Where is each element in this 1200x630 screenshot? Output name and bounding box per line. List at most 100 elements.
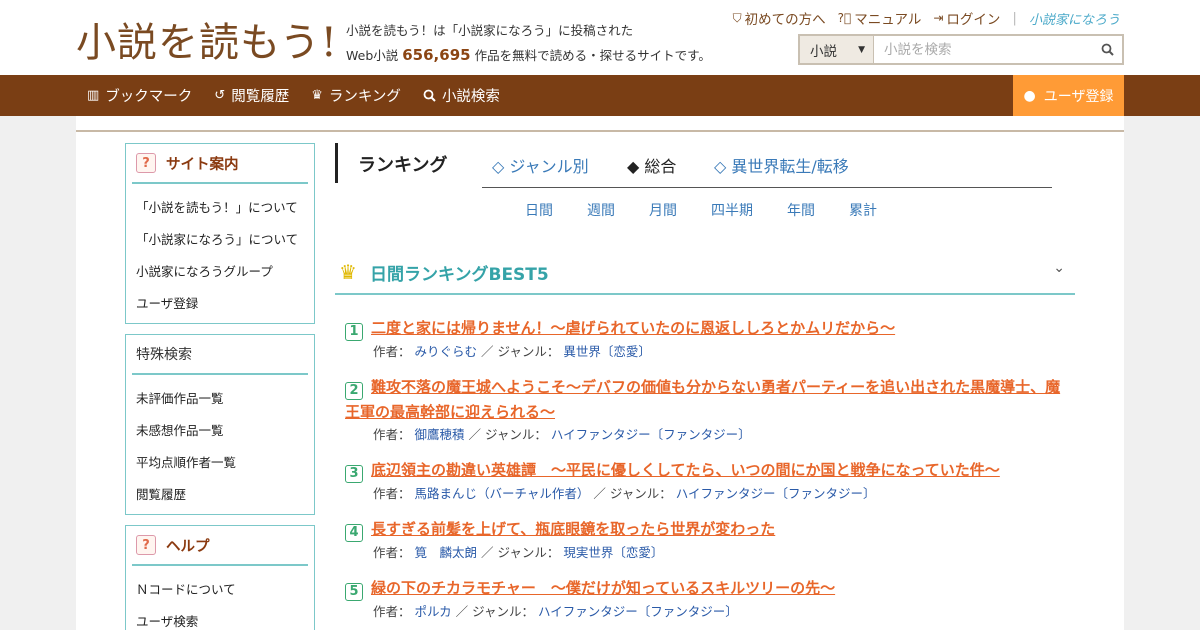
nav-ranking[interactable]: ♛ ランキング bbox=[311, 85, 401, 106]
title-bar bbox=[335, 143, 338, 183]
sidebar-item-user-search[interactable]: ユーザ検索 bbox=[136, 604, 314, 630]
list-item: 3 底辺領主の勘違い英雄譚 ～平民に優しくしてたら、いつの間にか国と戦争になってい… bbox=[345, 458, 1070, 505]
ranking-tabs: ランキング ◇ ジャンル別 ◆ 総合 ◇ 異世界転生/転移 bbox=[335, 143, 1075, 183]
top-links: ⛉ 初めての方へ ?⃝ マニュアル ⇥ ログイン | 小説家になろう bbox=[733, 8, 1120, 28]
list-item: 1 二度と家には帰りません！～虐げられていたのに恩返ししろとかムリだから～ 作者：… bbox=[345, 316, 1070, 363]
list-item: 5 緑の下のチカラモチャー ～僕だけが知っているスキルツリーの先～ 作者： ポルカ… bbox=[345, 576, 1070, 623]
period-quarterly[interactable]: 四半期 bbox=[711, 200, 787, 220]
period-monthly[interactable]: 月間 bbox=[649, 200, 711, 220]
tagline-line2: Web小説 656,695 作品を無料で読める・探せるサイトです。 bbox=[346, 43, 711, 68]
list-item: 4 長すぎる前髪を上げて、瓶底眼鏡を取ったら世界が変わった 作者： 筧 麟太朗 ／… bbox=[345, 517, 1070, 564]
author-link[interactable]: 筧 麟太朗 bbox=[415, 545, 478, 560]
shield-icon: ⛉ bbox=[732, 10, 742, 25]
help-header: ? ヘルプ bbox=[132, 526, 308, 566]
novel-title-link[interactable]: 4 長すぎる前髪を上げて、瓶底眼鏡を取ったら世界が変わった bbox=[345, 517, 1070, 542]
genre-link[interactable]: ハイファンタジー〔ファンタジー〕 bbox=[551, 427, 751, 442]
genre-label: ／ ジャンル： bbox=[481, 545, 560, 560]
novel-title-link[interactable]: 5 緑の下のチカラモチャー ～僕だけが知っているスキルツリーの先～ bbox=[345, 576, 1070, 601]
novel-meta: 作者： ポルカ ／ ジャンル： ハイファンタジー〔ファンタジー〕 bbox=[345, 601, 1070, 623]
author-link[interactable]: みりぐらむ bbox=[415, 344, 478, 359]
special-search-title: 特殊検索 bbox=[136, 347, 192, 363]
main-nav: ▥ ブックマーク ↺ 閲覧履歴 ♛ ランキング 小説検索 ● ユーザ登録 bbox=[0, 75, 1200, 116]
genre-label: ／ ジャンル： bbox=[455, 604, 534, 619]
nav-search[interactable]: 小説検索 bbox=[423, 85, 500, 106]
chevron-down-icon: ▼ bbox=[858, 44, 865, 55]
author-link[interactable]: 御鷹穂積 bbox=[415, 427, 465, 442]
link-manual-label: マニュアル bbox=[854, 12, 922, 28]
register-button[interactable]: ● ユーザ登録 bbox=[1013, 75, 1124, 116]
novel-title: 難攻不落の魔王城へようこそ～デバフの価値も分からない勇者パーティーを追い出された… bbox=[345, 378, 1061, 421]
link-beginners[interactable]: ⛉ 初めての方へ bbox=[732, 8, 826, 29]
author-label: 作者： bbox=[373, 427, 411, 442]
tab-genre[interactable]: ◇ ジャンル別 bbox=[492, 153, 589, 177]
period-total[interactable]: 累計 bbox=[849, 200, 877, 220]
author-label: 作者： bbox=[373, 344, 411, 359]
search-icon bbox=[1101, 43, 1114, 56]
narou-logo[interactable]: 小説家になろう bbox=[1029, 9, 1120, 28]
search-button[interactable] bbox=[1092, 36, 1122, 63]
period-daily[interactable]: 日間 bbox=[525, 200, 587, 220]
author-link[interactable]: ポルカ bbox=[415, 604, 452, 619]
site-logo[interactable]: 小説を読もう! bbox=[76, 10, 338, 68]
novel-title: 二度と家には帰りません！～虐げられていたのに恩返ししろとかムリだから～ bbox=[371, 319, 896, 337]
novel-title-link[interactable]: 3 底辺領主の勘違い英雄譚 ～平民に優しくしてたら、いつの間にか国と戦争になってい… bbox=[345, 458, 1070, 483]
question-icon: ? bbox=[136, 535, 156, 555]
login-icon: ⇥ bbox=[933, 11, 944, 25]
nav-bookmark[interactable]: ▥ ブックマーク bbox=[87, 85, 192, 106]
genre-link[interactable]: 現実世界〔恋愛〕 bbox=[563, 545, 663, 560]
question-icon: ? bbox=[136, 153, 156, 173]
sidebar-item-about-narou[interactable]: 「小説家になろう」について bbox=[136, 222, 314, 254]
period-weekly[interactable]: 週間 bbox=[587, 200, 649, 220]
question-circle-icon: ?⃝ bbox=[837, 11, 852, 25]
tab-isekai[interactable]: ◇ 異世界転生/転移 bbox=[714, 153, 849, 177]
novel-title-link[interactable]: 1 二度と家には帰りません！～虐げられていたのに恩返ししろとかムリだから～ bbox=[345, 316, 1070, 341]
genre-link[interactable]: ハイファンタジー〔ファンタジー〕 bbox=[538, 604, 738, 619]
history-icon: ↺ bbox=[214, 88, 226, 103]
sidebar-item-about-yomou[interactable]: 「小説を読もう！」について bbox=[136, 190, 314, 222]
link-login[interactable]: ⇥ ログイン bbox=[933, 8, 1000, 28]
sidebar-item-ncode[interactable]: Ｎコードについて bbox=[136, 572, 314, 604]
rank-badge: 3 bbox=[345, 465, 363, 483]
search-icon bbox=[423, 89, 436, 102]
genre-link[interactable]: 異世界〔恋愛〕 bbox=[563, 344, 651, 359]
sidebar-site-guide: ? サイト案内 「小説を読もう！」について 「小説家になろう」について 小説家に… bbox=[125, 143, 315, 324]
link-manual[interactable]: ?⃝ マニュアル bbox=[838, 8, 922, 28]
site-guide-header: ? サイト案内 bbox=[132, 144, 308, 184]
search-input[interactable] bbox=[874, 36, 1092, 63]
novel-meta: 作者： 馬路まんじ（バーチャル作者） ／ ジャンル： ハイファンタジー〔ファンタ… bbox=[345, 483, 1070, 505]
site-header: 小説を読もう! 小説を読もう！は「小説家になろう」に投稿された Web小説 65… bbox=[0, 0, 1200, 75]
user-icon: ● bbox=[1023, 87, 1036, 104]
nav-search-label: 小説検索 bbox=[441, 89, 500, 105]
sidebar-item-narou-group[interactable]: 小説家になろうグループ bbox=[136, 254, 314, 286]
register-label: ユーザ登録 bbox=[1043, 88, 1114, 105]
bookmark-icon: ▥ bbox=[87, 88, 100, 103]
novel-meta: 作者： 筧 麟太朗 ／ ジャンル： 現実世界〔恋愛〕 bbox=[345, 542, 1070, 564]
sidebar-item-avg-score-authors[interactable]: 平均点順作者一覧 bbox=[136, 445, 314, 477]
nav-history-label: 閲覧履歴 bbox=[231, 89, 290, 105]
search-type-value: 小説 bbox=[810, 43, 837, 60]
ranking-list: 1 二度と家には帰りません！～虐げられていたのに恩返ししろとかムリだから～ 作者：… bbox=[345, 316, 1070, 630]
tagline-line1: 小説を読もう！は「小説家になろう」に投稿された bbox=[346, 23, 634, 38]
period-yearly[interactable]: 年間 bbox=[787, 200, 849, 220]
genre-link[interactable]: ハイファンタジー〔ファンタジー〕 bbox=[676, 486, 876, 501]
sidebar-item-history[interactable]: 閲覧履歴 bbox=[136, 477, 314, 509]
daily-ranking-header[interactable]: ♛ 日間ランキングBEST5 ⌄ bbox=[335, 252, 1075, 295]
genre-label: ／ ジャンル： bbox=[468, 427, 547, 442]
page-gutter-right bbox=[1124, 116, 1200, 630]
tab-total[interactable]: ◆ 総合 bbox=[627, 153, 676, 177]
author-label: 作者： bbox=[373, 545, 411, 560]
author-link[interactable]: 馬路まんじ（バーチャル作者） bbox=[415, 486, 590, 501]
site-tagline: 小説を読もう！は「小説家になろう」に投稿された Web小説 656,695 作品… bbox=[346, 19, 711, 68]
nav-bookmark-label: ブックマーク bbox=[105, 89, 193, 105]
sidebar-item-user-register[interactable]: ユーザ登録 bbox=[136, 286, 314, 318]
nav-history[interactable]: ↺ 閲覧履歴 bbox=[214, 85, 289, 106]
novel-title: 底辺領主の勘違い英雄譚 ～平民に優しくしてたら、いつの間にか国と戦争になっていた… bbox=[371, 461, 1000, 479]
ranking-title: ランキング bbox=[358, 155, 448, 176]
novel-title: 長すぎる前髪を上げて、瓶底眼鏡を取ったら世界が変わった bbox=[371, 520, 776, 538]
search-type-select[interactable]: 小説 ▼ bbox=[800, 36, 874, 63]
novel-title-link[interactable]: 2 難攻不落の魔王城へようこそ～デバフの価値も分からない勇者パーティーを追い出され… bbox=[345, 375, 1070, 424]
novel-meta: 作者： 御鷹穂積 ／ ジャンル： ハイファンタジー〔ファンタジー〕 bbox=[345, 424, 1070, 446]
sidebar-item-unrated[interactable]: 未評価作品一覧 bbox=[136, 381, 314, 413]
sidebar-item-no-review[interactable]: 未感想作品一覧 bbox=[136, 413, 314, 445]
author-label: 作者： bbox=[373, 486, 411, 501]
